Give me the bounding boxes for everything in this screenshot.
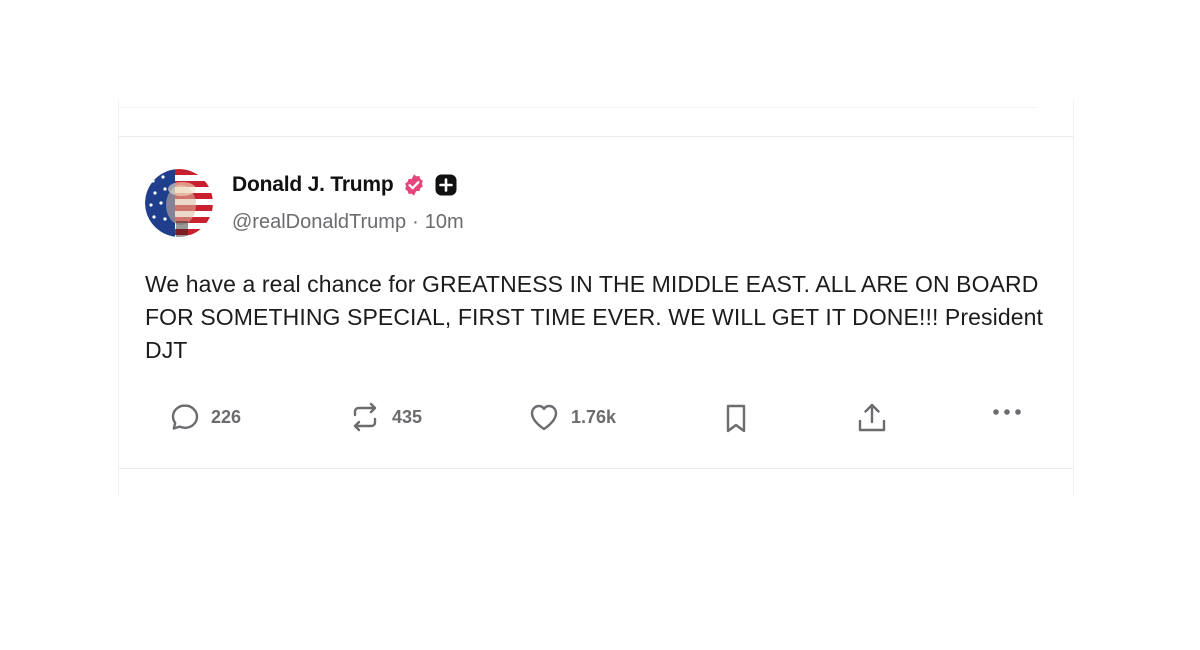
author-display-name[interactable]: Donald J. Trump (232, 173, 394, 197)
speech-bubble-icon (169, 401, 201, 433)
verified-badge-icon (402, 173, 426, 197)
heart-icon (527, 401, 561, 433)
share-upload-icon (856, 401, 888, 435)
repost-count: 435 (392, 406, 423, 427)
author-handle[interactable]: @realDonaldTrump (232, 211, 406, 234)
bookmark-icon (722, 401, 750, 435)
like-count: 1.76k (571, 406, 617, 427)
plus-badge-icon (434, 173, 458, 197)
post-card[interactable]: Donald J. Trump @realDonaldTrump · 10m W… (119, 137, 1073, 468)
more-dots-icon (991, 407, 1023, 417)
reply-button[interactable]: 226 (169, 401, 241, 433)
author-row: Donald J. Trump (232, 171, 458, 199)
avatar[interactable] (145, 169, 213, 237)
post-divider-bottom (118, 468, 1074, 469)
like-button[interactable]: 1.76k (527, 401, 616, 433)
reply-count: 226 (211, 406, 242, 427)
bookmark-button[interactable] (722, 401, 750, 435)
repost-button[interactable]: 435 (348, 401, 422, 433)
post-body: We have a real chance for GREATNESS IN T… (145, 271, 1043, 363)
feed-divider (118, 107, 1038, 108)
repost-arrows-icon (348, 401, 382, 433)
more-options-button[interactable] (991, 407, 1023, 417)
page: Donald J. Trump @realDonaldTrump · 10m W… (0, 0, 1200, 650)
post-timestamp[interactable]: 10m (425, 211, 464, 234)
share-button[interactable] (856, 401, 888, 435)
action-bar: 226 435 1.76k (119, 399, 1073, 439)
avatar-image (145, 169, 213, 237)
feed-border-right (1073, 100, 1074, 495)
meta-separator: · (412, 211, 419, 233)
author-meta: @realDonaldTrump · 10m (232, 211, 464, 234)
